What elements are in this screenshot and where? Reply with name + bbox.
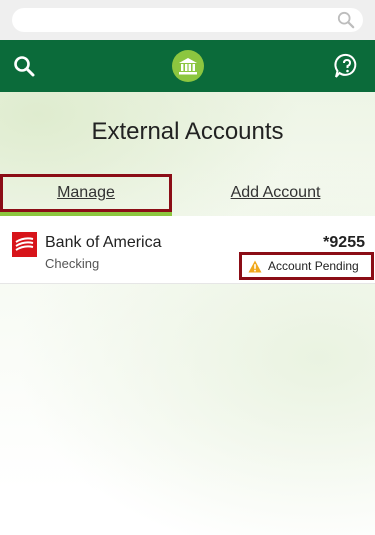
- account-number: *9255: [323, 234, 365, 251]
- bank-of-america-logo: [12, 232, 37, 257]
- search-icon[interactable]: [337, 11, 355, 29]
- status-badge: Account Pending: [239, 252, 374, 280]
- help-chat-icon[interactable]: [333, 52, 361, 80]
- page-background: [0, 92, 375, 535]
- browser-toolbar: [0, 0, 375, 40]
- bank-icon[interactable]: [172, 50, 204, 82]
- page-title: External Accounts: [91, 118, 284, 145]
- tab-add-account[interactable]: Add Account: [176, 174, 375, 212]
- tab-manage[interactable]: Manage: [0, 174, 172, 212]
- search-icon[interactable]: [12, 54, 36, 78]
- account-type: Checking: [45, 256, 100, 271]
- warning-icon: [248, 260, 262, 272]
- app-header: [0, 40, 375, 92]
- status-text: Account Pending: [268, 259, 359, 273]
- address-bar[interactable]: [12, 8, 363, 32]
- institution-name: Bank of America: [45, 234, 162, 251]
